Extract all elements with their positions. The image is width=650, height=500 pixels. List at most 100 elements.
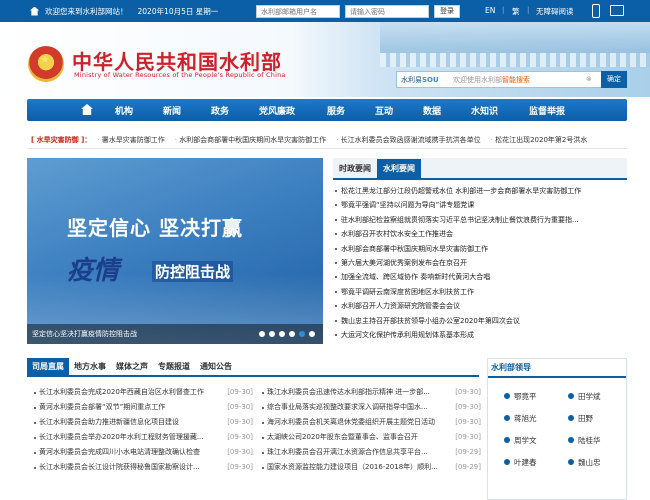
ticker-item[interactable]: 松花江出现2020年第2号洪水 bbox=[491, 135, 587, 145]
bureau-news-title[interactable]: 黄河水利委员会部署“双节”期间重点工作 bbox=[33, 400, 165, 415]
bureau-tab[interactable]: 媒体之声 bbox=[111, 358, 153, 375]
leader-name[interactable]: 鄂竟平 bbox=[502, 391, 537, 402]
nav-item[interactable]: 数据 bbox=[423, 104, 441, 117]
leader-name[interactable]: 周学文 bbox=[502, 435, 537, 446]
news-item[interactable]: 大运河文化保护传承利用规划体系基本形成 bbox=[333, 328, 627, 342]
bureau-news-row[interactable]: 国家水资源监控能力建设项目（2016-2018年）顺利... [09-29] bbox=[261, 460, 481, 475]
clear-icon[interactable]: ⊗ bbox=[586, 75, 592, 83]
bureau-news-row[interactable]: 珠江水利委员会召开漓江水资源合作信息共享平台... [09-29] bbox=[261, 445, 481, 460]
nav-item[interactable]: 机构 bbox=[115, 104, 133, 117]
leader-name[interactable]: 田学斌 bbox=[566, 391, 601, 402]
bureau-news-title[interactable]: 海河水利委员会机关离退休党委组织开展主题党日活动 bbox=[261, 415, 435, 430]
bureau-news-title[interactable]: 长江水利委员会举办2020年水利工程财务管理援藏... bbox=[33, 430, 204, 445]
slider-dot[interactable] bbox=[269, 331, 275, 337]
nav-item[interactable]: 互动 bbox=[375, 104, 393, 117]
news-item[interactable]: 加强全流域、跨区域协作 奏响新时代黄河大合唱 bbox=[333, 270, 627, 284]
nav-item[interactable]: 新闻 bbox=[163, 104, 181, 117]
leaders-title: 水利部领导 bbox=[491, 363, 531, 372]
password-input[interactable] bbox=[345, 5, 429, 18]
home-icon[interactable] bbox=[30, 6, 39, 16]
bureau-news-row[interactable]: 海河水利委员会机关离退休党委组织开展主题党日活动 [09-30] bbox=[261, 415, 481, 430]
bureau-news-date: [09-30] bbox=[227, 388, 253, 396]
bureau-news-date: [09-30] bbox=[455, 403, 481, 411]
bureau-news-left: 长江水利委员会完成2020年西藏自治区水利督查工作 [09-30] 黄河水利委员会部… bbox=[33, 385, 253, 475]
english-link[interactable]: EN bbox=[485, 6, 495, 15]
login-button[interactable]: 登录 bbox=[434, 5, 460, 18]
bureau-news-title[interactable]: 珠江水利委员会迅速传达水利部指示精神 进一步部... bbox=[261, 385, 430, 400]
nav-item[interactable]: 党风廉政 bbox=[259, 104, 295, 117]
bureau-news-row[interactable]: 黄河水利委员会部署“双节”期间重点工作 [09-30] bbox=[33, 400, 253, 415]
leader-name[interactable]: 蒋旭光 bbox=[502, 413, 537, 424]
slider-dots bbox=[259, 331, 315, 337]
search-input[interactable]: 欢迎使用水利部智能搜索 bbox=[453, 75, 530, 85]
bureau-news-row[interactable]: 长江水利委员会完成2020年西藏自治区水利督查工作 [09-30] bbox=[33, 385, 253, 400]
bureau-news-section: 司局直属 地方水事 媒体之声 专题报道 通知公告 长江水利委员会完成2020年西藏自治区… bbox=[27, 358, 481, 500]
bureau-news-row[interactable]: 长江水利委员会助力推进新疆信息化项目建设 [09-30] bbox=[33, 415, 253, 430]
search-box[interactable]: 水利易SOU 欢迎使用水利部智能搜索 ⊗ bbox=[396, 71, 626, 88]
news-item[interactable]: 魏山忠主持召开部扶贫领导小组办公室2020年第四次会议 bbox=[333, 314, 627, 328]
news-item[interactable]: 驻水利部纪检监察组就贯彻落实习近平总书记坚决制止餐饮浪费行为重要指... bbox=[333, 213, 627, 227]
nav-item[interactable]: 水知识 bbox=[471, 104, 498, 117]
leader-name[interactable]: 田野 bbox=[566, 413, 593, 424]
slider-dot[interactable] bbox=[299, 331, 305, 337]
bureau-news-date: [09-30] bbox=[227, 418, 253, 426]
bureau-tab[interactable]: 司局直属 bbox=[27, 358, 69, 375]
bureau-news-date: [09-30] bbox=[455, 418, 481, 426]
bureau-tab[interactable]: 地方水事 bbox=[69, 358, 111, 375]
leader-name[interactable]: 陆桂华 bbox=[566, 435, 601, 446]
nav-item[interactable]: 监督举报 bbox=[529, 104, 565, 117]
news-panel: 时政要闻 水利要闻 松花江黑龙江部分江段仍超警戒水位 水利部进一步会商部署水旱灾… bbox=[333, 158, 627, 344]
bureau-news-date: [09-30] bbox=[455, 388, 481, 396]
tab-current-affairs[interactable]: 时政要闻 bbox=[333, 159, 377, 178]
tab-water-news[interactable]: 水利要闻 bbox=[377, 159, 421, 178]
traditional-chinese-link[interactable]: 繁 bbox=[512, 6, 520, 17]
leader-name[interactable]: 魏山忠 bbox=[566, 457, 601, 468]
username-input[interactable] bbox=[256, 5, 340, 18]
bureau-news-title[interactable]: 珠江水利委员会召开漓江水资源合作信息共享平台... bbox=[261, 445, 428, 460]
bureau-news-row[interactable]: 黄河水利委员会完成四川小水电站清理整改确认检查 [09-30] bbox=[33, 445, 253, 460]
search-button[interactable]: 确定 bbox=[601, 71, 627, 88]
monitor-icon[interactable] bbox=[610, 5, 624, 16]
slider-dot[interactable] bbox=[309, 331, 315, 337]
featured-slider[interactable]: 坚定信心 坚决打赢 疫情 防控阻击战 坚定信心坚决打赢疫情防控阻击战 bbox=[27, 158, 323, 344]
news-item[interactable]: 水利部召开人力资源研究院管委会会议 bbox=[333, 299, 627, 313]
news-item[interactable]: 水利部会商部署中秋国庆期间水旱灾害防御工作 bbox=[333, 242, 627, 256]
slider-dot[interactable] bbox=[259, 331, 265, 337]
home-icon[interactable] bbox=[77, 99, 99, 121]
accessibility-link[interactable]: 无障碍阅读 bbox=[536, 6, 574, 17]
bureau-news-title[interactable]: 长江水利委员会助力推进新疆信息化项目建设 bbox=[33, 415, 179, 430]
slider-dot[interactable] bbox=[279, 331, 285, 337]
news-item[interactable]: 鄂竟平强调“坚持以问题为导向”讲专题党课 bbox=[333, 198, 627, 212]
ticker-item[interactable]: 水利部会商部署中秋国庆期间水旱灾害防御工作 bbox=[175, 135, 326, 145]
bureau-news-row[interactable]: 长江水利委员会举办2020年水利工程财务管理援藏... [09-30] bbox=[33, 430, 253, 445]
bureau-tab[interactable]: 通知公告 bbox=[195, 358, 237, 375]
slider-dot[interactable] bbox=[289, 331, 295, 337]
leaders-panel: 水利部领导 鄂竟平 田学斌蒋旭光 田野周学文 陆桂华叶建春 魏山忠 bbox=[487, 358, 627, 500]
bureau-news-row[interactable]: 太湖峡公司2020年股东会暨董事会、监事会召开 [09-30] bbox=[261, 430, 481, 445]
nav-item[interactable]: 政务 bbox=[211, 104, 229, 117]
news-item[interactable]: 第六届大美河湖优秀案例发布会在京召开 bbox=[333, 256, 627, 270]
news-list: 松花江黑龙江部分江段仍超警戒水位 水利部进一步会商部署水旱灾害防御工作 鄂竟平强调… bbox=[333, 184, 627, 342]
bureau-news-row[interactable]: 长江水利委员会长江设计院获得秘鲁国家勘察设计... [09-30] bbox=[33, 460, 253, 475]
news-item[interactable]: 松花江黑龙江部分江段仍超警戒水位 水利部进一步会商部署水旱灾害防御工作 bbox=[333, 184, 627, 198]
news-item[interactable]: 水利部召开农村饮水安全工作推进会 bbox=[333, 227, 627, 241]
bureau-news-title[interactable]: 长江水利委员会完成2020年西藏自治区水利督查工作 bbox=[33, 385, 204, 400]
ticker-label: [ 水旱灾害防御 ]： bbox=[31, 135, 92, 144]
mobile-icon[interactable] bbox=[592, 4, 600, 18]
bureau-news-title[interactable]: 综合事业局落实巡视整改要求深入调研指导中国水... bbox=[261, 400, 428, 415]
ticker-item[interactable]: 长江水利委员会致函感谢流域携手抗洪各单位 bbox=[336, 135, 481, 145]
bureau-news-title[interactable]: 太湖峡公司2020年股东会暨董事会、监事会召开 bbox=[261, 430, 418, 445]
nav-item[interactable]: 服务 bbox=[327, 104, 345, 117]
bureau-tab[interactable]: 专题报道 bbox=[153, 358, 195, 375]
ticker-item[interactable]: 署水旱灾害防御工作 bbox=[97, 135, 165, 145]
bureau-news-title[interactable]: 黄河水利委员会完成四川小水电站清理整改确认检查 bbox=[33, 445, 200, 460]
leader-name[interactable]: 叶建春 bbox=[502, 457, 537, 468]
bureau-news-row[interactable]: 珠江水利委员会迅速传达水利部指示精神 进一步部... [09-30] bbox=[261, 385, 481, 400]
bureau-news-title[interactable]: 国家水资源监控能力建设项目（2016-2018年）顺利... bbox=[261, 460, 438, 475]
search-brand: 水利易SOU bbox=[401, 76, 439, 84]
separator: | bbox=[502, 6, 505, 14]
bureau-news-title[interactable]: 长江水利委员会长江设计院获得秘鲁国家勘察设计... bbox=[33, 460, 200, 475]
main-nav: 机构 新闻 政务 党风廉政 服务 互动 数据 水知识 监督举报 bbox=[27, 99, 627, 121]
news-item[interactable]: 鄂竟平调研云南深度贫困地区水利扶贫工作 bbox=[333, 285, 627, 299]
bureau-news-row[interactable]: 综合事业局落实巡视整改要求深入调研指导中国水... [09-30] bbox=[261, 400, 481, 415]
